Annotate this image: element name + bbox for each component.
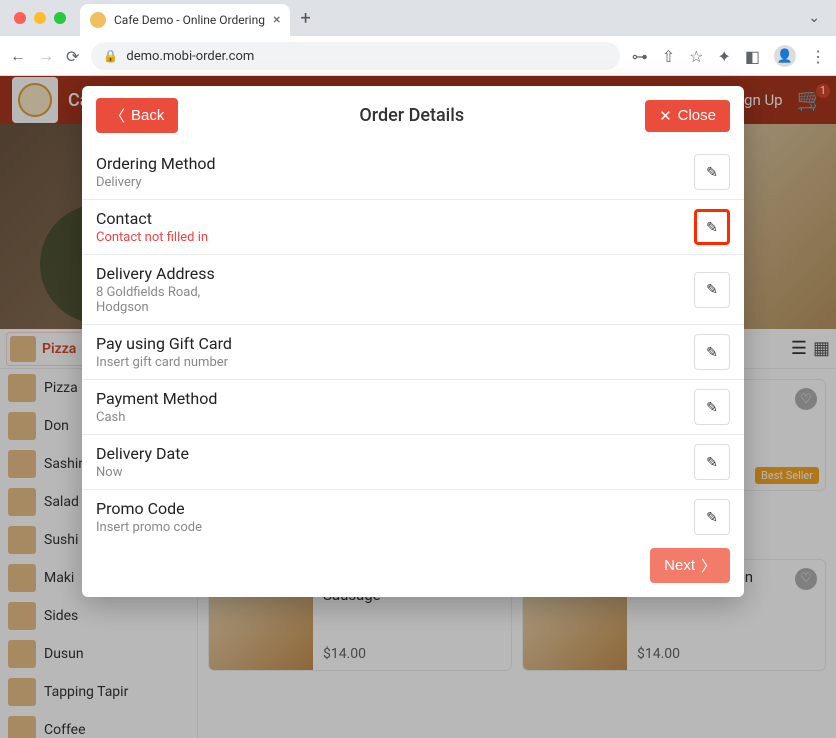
detail-row: Pay using Gift Card Insert gift card numb… xyxy=(82,325,744,380)
next-label: Next xyxy=(664,557,695,574)
detail-value: Cash xyxy=(96,410,694,425)
maximize-window-icon[interactable] xyxy=(54,12,66,24)
forward-icon[interactable]: → xyxy=(38,46,54,66)
pencil-icon: ✎ xyxy=(706,344,718,361)
edit-button[interactable]: ✎ xyxy=(694,444,730,480)
profile-icon[interactable]: 👤 xyxy=(774,45,796,67)
detail-label: Payment Method xyxy=(96,389,694,408)
detail-value: Contact not filled in xyxy=(96,230,694,245)
order-details-modal: 〈 Back Order Details ✕ Close Ordering Me… xyxy=(82,86,744,597)
back-button[interactable]: 〈 Back xyxy=(96,98,178,133)
detail-row: Delivery Address 8 Goldfields Road, Hodgs… xyxy=(82,255,744,325)
detail-row: Promo Code Insert promo code ✎ xyxy=(82,490,744,544)
pencil-icon: ✎ xyxy=(706,281,718,298)
pencil-icon: ✎ xyxy=(706,164,718,181)
toolbar-right: ⊶ ⇧ ☆ ✦ ◧ 👤 ⋮ xyxy=(632,45,826,67)
edit-button[interactable]: ✎ xyxy=(694,389,730,425)
edit-button[interactable]: ✎ xyxy=(694,209,730,245)
tab-close-icon[interactable]: × xyxy=(273,12,280,28)
url-text: demo.mobi-order.com xyxy=(126,49,254,64)
pencil-icon: ✎ xyxy=(706,399,718,416)
next-button[interactable]: Next 〉 xyxy=(650,548,730,583)
panel-icon[interactable]: ◧ xyxy=(745,47,760,66)
detail-value: Delivery xyxy=(96,175,694,190)
detail-label: Pay using Gift Card xyxy=(96,334,694,353)
detail-value: Insert gift card number xyxy=(96,355,694,370)
share-icon[interactable]: ⇧ xyxy=(662,47,675,66)
detail-row: Payment Method Cash ✎ xyxy=(82,380,744,435)
tab-bar: Cafe Demo - Online Ordering × + ⌄ xyxy=(0,0,836,36)
chevron-left-icon: 〈 xyxy=(110,105,125,126)
favicon-icon xyxy=(90,12,106,28)
edit-button[interactable]: ✎ xyxy=(694,334,730,370)
pencil-icon: ✎ xyxy=(706,509,718,526)
tab-title: Cafe Demo - Online Ordering xyxy=(114,13,265,27)
modal-header: 〈 Back Order Details ✕ Close xyxy=(82,86,744,145)
close-window-icon[interactable] xyxy=(14,12,26,24)
detail-value: Now xyxy=(96,465,694,480)
edit-button[interactable]: ✎ xyxy=(694,499,730,535)
address-bar: ← → ⟳ 🔒 demo.mobi-order.com ⊶ ⇧ ☆ ✦ ◧ 👤 … xyxy=(0,36,836,76)
extensions-icon[interactable]: ✦ xyxy=(717,47,730,66)
browser-chrome: Cafe Demo - Online Ordering × + ⌄ ← → ⟳ … xyxy=(0,0,836,76)
tabs-dropdown-icon[interactable]: ⌄ xyxy=(808,10,820,26)
detail-row: Contact Contact not filled in ✎ xyxy=(82,200,744,255)
detail-label: Promo Code xyxy=(96,499,694,518)
back-icon[interactable]: ← xyxy=(10,46,26,66)
detail-row: Ordering Method Delivery ✎ xyxy=(82,145,744,200)
edit-button[interactable]: ✎ xyxy=(694,272,730,308)
detail-value: 8 Goldfields Road, Hodgson xyxy=(96,285,694,315)
key-icon[interactable]: ⊶ xyxy=(632,47,648,66)
detail-label: Contact xyxy=(96,209,694,228)
minimize-window-icon[interactable] xyxy=(34,12,46,24)
edit-button[interactable]: ✎ xyxy=(694,154,730,190)
url-field[interactable]: 🔒 demo.mobi-order.com xyxy=(91,42,619,70)
detail-label: Delivery Address xyxy=(96,264,694,283)
bookmark-icon[interactable]: ☆ xyxy=(689,47,703,66)
detail-label: Ordering Method xyxy=(96,154,694,173)
close-icon: ✕ xyxy=(659,107,672,125)
chevron-right-icon: 〉 xyxy=(701,555,716,576)
close-button[interactable]: ✕ Close xyxy=(645,100,730,132)
close-label: Close xyxy=(678,107,716,124)
detail-row: Delivery Date Now ✎ xyxy=(82,435,744,490)
detail-label: Delivery Date xyxy=(96,444,694,463)
modal-title: Order Details xyxy=(178,105,645,126)
back-label: Back xyxy=(131,107,164,124)
detail-list: Ordering Method Delivery ✎ Contact Contact n… xyxy=(82,145,744,544)
pencil-icon: ✎ xyxy=(706,219,718,236)
menu-icon[interactable]: ⋮ xyxy=(810,47,826,66)
lock-icon: 🔒 xyxy=(103,49,118,63)
new-tab-icon[interactable]: + xyxy=(300,8,310,29)
pencil-icon: ✎ xyxy=(706,454,718,471)
browser-tab[interactable]: Cafe Demo - Online Ordering × xyxy=(80,4,290,36)
reload-icon[interactable]: ⟳ xyxy=(66,47,79,66)
modal-footer: Next 〉 xyxy=(82,544,744,597)
detail-value: Insert promo code xyxy=(96,520,694,535)
window-controls xyxy=(14,12,66,24)
